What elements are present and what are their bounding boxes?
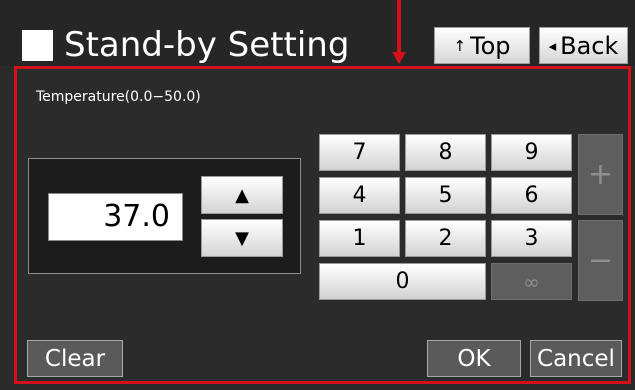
temperature-value-field[interactable]: 37.0 [48,193,183,241]
page-title: Stand-by Setting [64,25,350,65]
key-infinity[interactable]: ∞ [491,263,572,300]
title-square-icon [22,30,53,61]
key-5[interactable]: 5 [405,177,486,214]
plus-key[interactable]: + [578,134,623,215]
arrow-up-icon: ↑ [453,36,467,55]
key-3[interactable]: 3 [491,220,572,257]
key-2[interactable]: 2 [405,220,486,257]
key-6[interactable]: 6 [491,177,572,214]
temperature-label: Temperature(0.0−50.0) [36,89,201,105]
ok-button[interactable]: OK [427,340,521,377]
key-7[interactable]: 7 [319,134,400,171]
key-0[interactable]: 0 [319,263,486,300]
triangle-left-icon: ◂ [548,36,557,55]
top-button[interactable]: ↑ Top [434,27,530,64]
back-button-label: Back [560,31,619,60]
decrement-button[interactable]: ▼ [201,219,283,257]
annotation-arrowhead-icon [392,52,406,64]
key-4[interactable]: 4 [319,177,400,214]
back-button[interactable]: ◂ Back [539,27,628,64]
cancel-button[interactable]: Cancel [530,340,622,377]
annotation-arrow-shaft [397,0,401,54]
key-1[interactable]: 1 [319,220,400,257]
clear-button[interactable]: Clear [27,340,123,377]
minus-key[interactable]: − [578,220,623,301]
increment-button[interactable]: ▲ [201,176,283,214]
key-9[interactable]: 9 [491,134,572,171]
key-8[interactable]: 8 [405,134,486,171]
top-button-label: Top [470,31,511,60]
